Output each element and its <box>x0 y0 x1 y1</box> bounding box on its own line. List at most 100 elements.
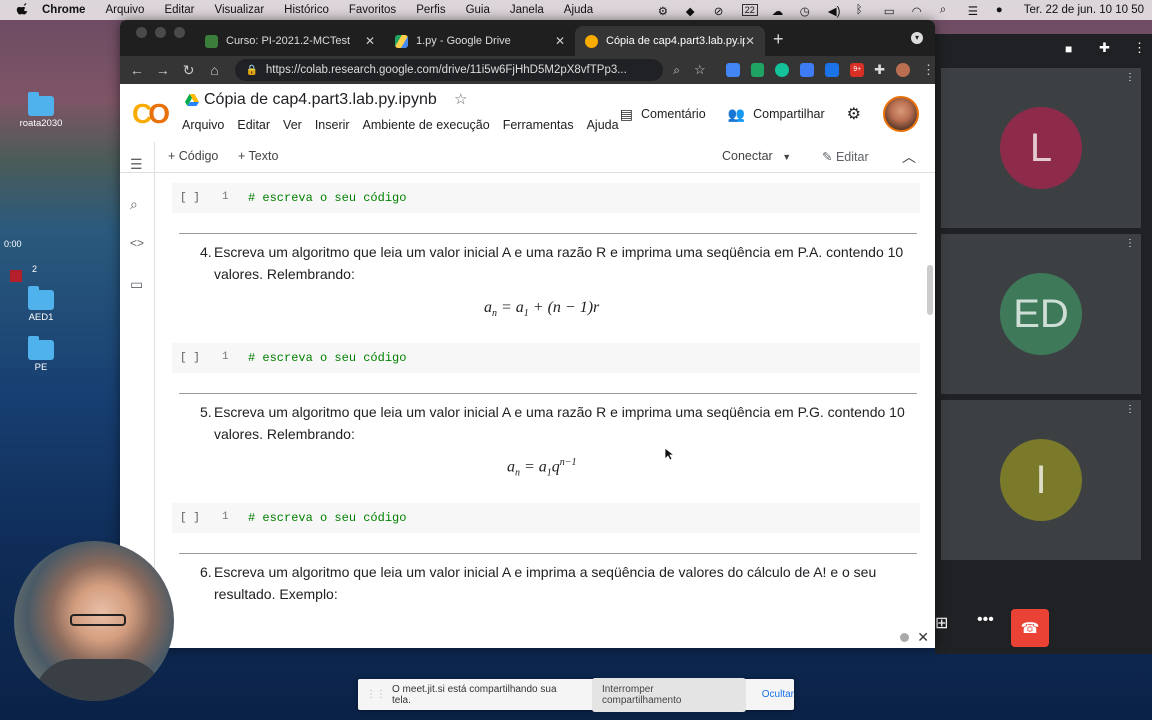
desktop-folder-pe[interactable]: PE <box>14 336 68 373</box>
text-cell[interactable]: 5. Escreva um algoritmo que leia um valo… <box>200 401 910 445</box>
no-camera-icon[interactable]: ⊘ <box>714 4 728 18</box>
close-tab-icon[interactable]: ✕ <box>745 34 755 48</box>
participant-tile[interactable]: ⋮ ED <box>941 234 1141 394</box>
desktop-folder-roata2030[interactable]: roata2030 <box>14 92 68 129</box>
spotlight-search-icon[interactable]: ⌕ <box>940 4 954 16</box>
cloud-icon[interactable]: ☁ <box>772 4 786 18</box>
gear-status-icon[interactable]: ⚙ <box>658 4 672 18</box>
colab-menu-ambiente[interactable]: Ambiente de execução <box>363 118 490 132</box>
more-options-icon[interactable]: ••• <box>977 611 994 629</box>
back-icon[interactable]: ← <box>124 62 150 78</box>
run-cell-button[interactable]: [ ] <box>180 192 200 204</box>
participant-tile[interactable]: ⋮ L <box>941 68 1141 228</box>
wifi-icon[interactable]: ◠ <box>912 4 926 18</box>
calendar-icon[interactable]: 22 <box>741 4 758 16</box>
extension-icon[interactable] <box>800 63 815 77</box>
colab-menu-ver[interactable]: Ver <box>283 118 302 132</box>
extensions-icon[interactable]: ✚ <box>1099 40 1110 56</box>
reload-icon[interactable]: ↻ <box>176 62 202 79</box>
minimize-window-button[interactable] <box>155 26 166 38</box>
files-folder-icon[interactable]: ▭ <box>130 276 143 293</box>
notebook-title[interactable]: Cópia de cap4.part3.lab.py.ipynb <box>204 91 437 109</box>
code-text[interactable]: # escreva o seu código <box>248 511 406 525</box>
zoom-icon[interactable]: ⌕ <box>673 63 680 78</box>
collapse-header-icon[interactable]: ︿ <box>902 147 916 167</box>
maximize-window-button[interactable] <box>174 26 185 38</box>
settings-button[interactable]: ⚙ <box>847 104 861 124</box>
bookmark-star-icon[interactable]: ☆ <box>694 62 706 78</box>
forward-icon[interactable]: → <box>150 62 176 78</box>
time-machine-icon[interactable]: ◷ <box>800 4 814 18</box>
close-icon[interactable]: ✕ <box>917 629 929 646</box>
menubar-datetime[interactable]: Ter. 22 de jun. 10 10 50 <box>1024 4 1144 16</box>
more-icon[interactable]: ⋮ <box>1125 404 1135 415</box>
menu-janela[interactable]: Janela <box>510 4 544 16</box>
tile-view-icon[interactable]: ⊞ <box>935 613 948 633</box>
menu-guia[interactable]: Guia <box>466 4 490 16</box>
tab-colab[interactable]: Cópia de cap4.part3.lab.py.ipy ✕ <box>575 26 765 56</box>
dropbox-icon[interactable]: ◆ <box>686 4 700 18</box>
control-center-icon[interactable]: ☰ <box>968 4 982 18</box>
menu-historico[interactable]: Histórico <box>284 4 329 16</box>
drive-extension-icon[interactable] <box>750 63 765 77</box>
menu-visualizar[interactable]: Visualizar <box>215 4 265 16</box>
menu-ajuda[interactable]: Ajuda <box>564 4 593 16</box>
home-icon[interactable]: ⌂ <box>202 62 228 78</box>
close-tab-icon[interactable]: ✕ <box>555 34 565 48</box>
code-text[interactable]: # escreva o seu código <box>248 351 406 365</box>
menu-app-name[interactable]: Chrome <box>42 4 85 16</box>
close-tab-icon[interactable]: ✕ <box>365 34 375 48</box>
text-cell[interactable]: 6. Escreva um algoritmo que leia um valo… <box>200 561 910 605</box>
run-cell-button[interactable]: [ ] <box>180 512 200 524</box>
address-bar[interactable]: 🔒 https://colab.research.google.com/driv… <box>235 59 664 81</box>
run-cell-button[interactable]: [ ] <box>180 352 200 364</box>
grammarly-extension-icon[interactable] <box>775 63 790 77</box>
colab-menu-editar[interactable]: Editar <box>237 118 270 132</box>
drag-handle-icon[interactable]: ⋮⋮ <box>366 689 386 700</box>
more-icon[interactable]: ⋮ <box>1133 40 1146 56</box>
siri-icon[interactable]: ● <box>996 4 1010 16</box>
colab-menu-inserir[interactable]: Inserir <box>315 118 350 132</box>
menu-favoritos[interactable]: Favoritos <box>349 4 396 16</box>
colab-logo[interactable]: CO <box>132 98 170 130</box>
more-icon[interactable]: ⋮ <box>1125 72 1135 83</box>
notebook-scrollbar[interactable] <box>927 265 933 315</box>
code-snippets-icon[interactable]: <> <box>130 236 144 250</box>
text-cell[interactable]: 4. Escreva um algoritmo que leia um valo… <box>200 241 910 285</box>
user-avatar[interactable] <box>883 96 919 132</box>
colab-menu-ferramentas[interactable]: Ferramentas <box>503 118 574 132</box>
add-code-button[interactable]: + Código <box>168 149 218 163</box>
recording-stop-icon[interactable] <box>10 270 22 282</box>
comment-button[interactable]: ▤ Comentário <box>620 106 706 123</box>
menu-editar[interactable]: Editar <box>164 4 194 16</box>
battery-icon[interactable]: ▭ <box>884 4 898 18</box>
hangup-button[interactable]: ☎ <box>1011 609 1049 647</box>
colab-menu-ajuda[interactable]: Ajuda <box>587 118 619 132</box>
google-drive-icon[interactable] <box>185 94 199 106</box>
profile-avatar[interactable] <box>896 63 910 77</box>
code-cell[interactable]: [ ] 1 # escreva o seu código <box>172 503 920 533</box>
desktop-folder-aed1[interactable]: AED1 <box>14 286 68 323</box>
share-button[interactable]: 👥 Compartilhar <box>728 106 825 123</box>
apple-icon[interactable] <box>16 3 30 17</box>
tab-mctest[interactable]: Curso: PI-2021.2-MCTest ✕ <box>195 26 385 56</box>
extensions-puzzle-icon[interactable]: ✚ <box>874 62 885 78</box>
stop-sharing-button[interactable]: Interromper compartilhamento <box>591 677 746 712</box>
close-window-button[interactable] <box>136 26 147 38</box>
tab-search-icon[interactable]: ▾ <box>911 32 923 44</box>
table-of-contents-icon[interactable]: ☰ <box>130 156 143 173</box>
more-icon[interactable]: ⋮ <box>1125 238 1135 249</box>
menu-arquivo[interactable]: Arquivo <box>105 4 144 16</box>
new-tab-button[interactable]: + <box>773 29 784 50</box>
code-cell[interactable]: [ ] 1 # escreva o seu código <box>172 183 920 213</box>
camera-icon[interactable]: ■ <box>1065 42 1072 56</box>
volume-icon[interactable]: ◀) <box>828 4 842 18</box>
bluetooth-icon[interactable]: ᛒ <box>856 4 870 16</box>
participant-tile[interactable]: ⋮ I <box>941 400 1141 560</box>
connect-button[interactable]: Conectar ▼ <box>722 149 791 163</box>
star-icon[interactable]: ☆ <box>454 90 467 108</box>
menu-perfis[interactable]: Perfis <box>416 4 445 16</box>
colab-menu-arquivo[interactable]: Arquivo <box>182 118 224 132</box>
translate-extension-icon[interactable] <box>725 63 740 77</box>
hide-banner-button[interactable]: Ocultar <box>762 689 794 700</box>
